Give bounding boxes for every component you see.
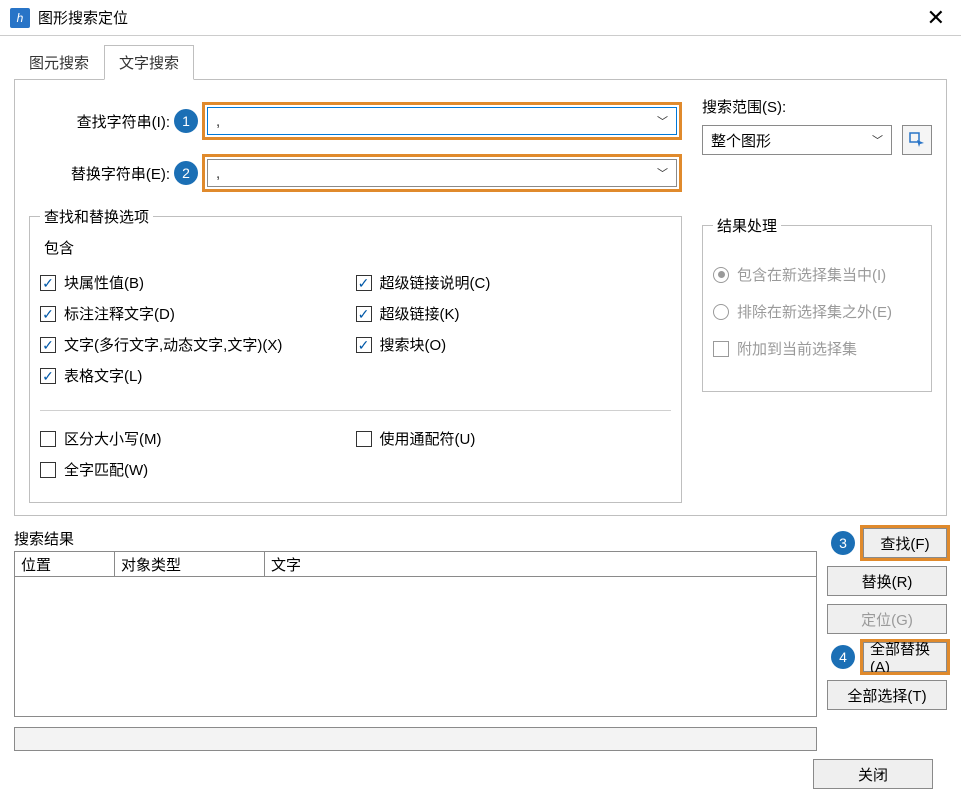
checkbox-search-block[interactable] bbox=[356, 337, 372, 353]
label-match-case: 区分大小写(M) bbox=[64, 428, 162, 449]
close-button[interactable]: 关闭 bbox=[813, 759, 933, 789]
label-whole-word: 全字匹配(W) bbox=[64, 459, 148, 480]
checkbox-block-attr[interactable] bbox=[40, 275, 56, 291]
find-replace-options-group: 查找和替换选项 包含 块属性值(B) 标注注释文字(D) 文字(多行文字,动态文… bbox=[29, 206, 682, 503]
close-icon[interactable]: ✕ bbox=[921, 7, 951, 29]
find-button[interactable]: 查找(F) bbox=[863, 528, 947, 558]
callout-3: 3 bbox=[831, 531, 855, 555]
label-block-attr: 块属性值(B) bbox=[64, 272, 144, 293]
label-hyperlink-desc: 超级链接说明(C) bbox=[380, 272, 491, 293]
col-position[interactable]: 位置 bbox=[15, 552, 115, 576]
checkbox-match-case[interactable] bbox=[40, 431, 56, 447]
replace-button[interactable]: 替换(R) bbox=[827, 566, 947, 596]
replace-string-combo[interactable]: , ﹀ bbox=[207, 159, 677, 187]
checkbox-wildcard[interactable] bbox=[356, 431, 372, 447]
checkbox-dim-text[interactable] bbox=[40, 306, 56, 322]
find-string-value: , bbox=[216, 113, 657, 130]
label-exclude-selection: 排除在新选择集之外(E) bbox=[737, 301, 892, 322]
find-string-label: 查找字符串(I): bbox=[29, 111, 174, 132]
col-text[interactable]: 文字 bbox=[265, 552, 816, 576]
status-bar bbox=[14, 727, 817, 751]
chevron-down-icon: ﹀ bbox=[657, 165, 668, 181]
find-string-combo[interactable]: , ﹀ bbox=[207, 107, 677, 135]
label-search-block: 搜索块(O) bbox=[380, 334, 447, 355]
options-legend: 查找和替换选项 bbox=[40, 206, 153, 227]
label-append-selection: 附加到当前选择集 bbox=[737, 338, 857, 359]
label-hyperlink: 超级链接(K) bbox=[380, 303, 460, 324]
scope-combo[interactable]: 整个图形 ﹀ bbox=[702, 125, 892, 155]
scope-value: 整个图形 bbox=[711, 130, 872, 151]
replace-all-button[interactable]: 全部替换(A) bbox=[863, 642, 947, 672]
callout-1: 1 bbox=[174, 109, 198, 133]
tab-text-search[interactable]: 文字搜索 bbox=[104, 45, 194, 80]
label-dim-text: 标注注释文字(D) bbox=[64, 303, 175, 324]
chevron-down-icon: ﹀ bbox=[872, 132, 883, 148]
results-legend: 搜索结果 bbox=[14, 528, 817, 549]
col-object-type[interactable]: 对象类型 bbox=[115, 552, 265, 576]
label-include-selection: 包含在新选择集当中(I) bbox=[737, 264, 886, 285]
tab-bar: 图元搜索 文字搜索 bbox=[14, 44, 947, 80]
include-label: 包含 bbox=[44, 237, 671, 258]
radio-exclude-selection bbox=[713, 304, 729, 320]
app-icon: h bbox=[10, 8, 30, 28]
replace-string-value: , bbox=[216, 165, 657, 182]
checkbox-hyperlink-desc[interactable] bbox=[356, 275, 372, 291]
tab-primitive-search[interactable]: 图元搜索 bbox=[14, 45, 104, 80]
label-text-types: 文字(多行文字,动态文字,文字)(X) bbox=[64, 334, 282, 355]
results-table-body[interactable] bbox=[14, 577, 817, 717]
callout-4: 4 bbox=[831, 645, 855, 669]
chevron-down-icon: ﹀ bbox=[657, 113, 668, 129]
label-table-text: 表格文字(L) bbox=[64, 365, 142, 386]
selection-icon bbox=[909, 132, 925, 148]
results-table-header: 位置 对象类型 文字 bbox=[14, 551, 817, 577]
pick-objects-button[interactable] bbox=[902, 125, 932, 155]
select-all-button[interactable]: 全部选择(T) bbox=[827, 680, 947, 710]
result-handling-legend: 结果处理 bbox=[713, 215, 781, 236]
titlebar: h 图形搜索定位 ✕ bbox=[0, 0, 961, 36]
checkbox-whole-word[interactable] bbox=[40, 462, 56, 478]
replace-string-label: 替换字符串(E): bbox=[29, 163, 174, 184]
checkbox-append-selection bbox=[713, 341, 729, 357]
radio-include-selection bbox=[713, 267, 729, 283]
scope-label: 搜索范围(S): bbox=[702, 96, 932, 117]
label-wildcard: 使用通配符(U) bbox=[380, 428, 476, 449]
checkbox-hyperlink[interactable] bbox=[356, 306, 372, 322]
checkbox-text-types[interactable] bbox=[40, 337, 56, 353]
callout-2: 2 bbox=[174, 161, 198, 185]
result-handling-group: 结果处理 包含在新选择集当中(I) 排除在新选择集之外(E) 附加到当前选择集 bbox=[702, 215, 932, 392]
locate-button: 定位(G) bbox=[827, 604, 947, 634]
window-title: 图形搜索定位 bbox=[38, 7, 128, 28]
checkbox-table-text[interactable] bbox=[40, 368, 56, 384]
